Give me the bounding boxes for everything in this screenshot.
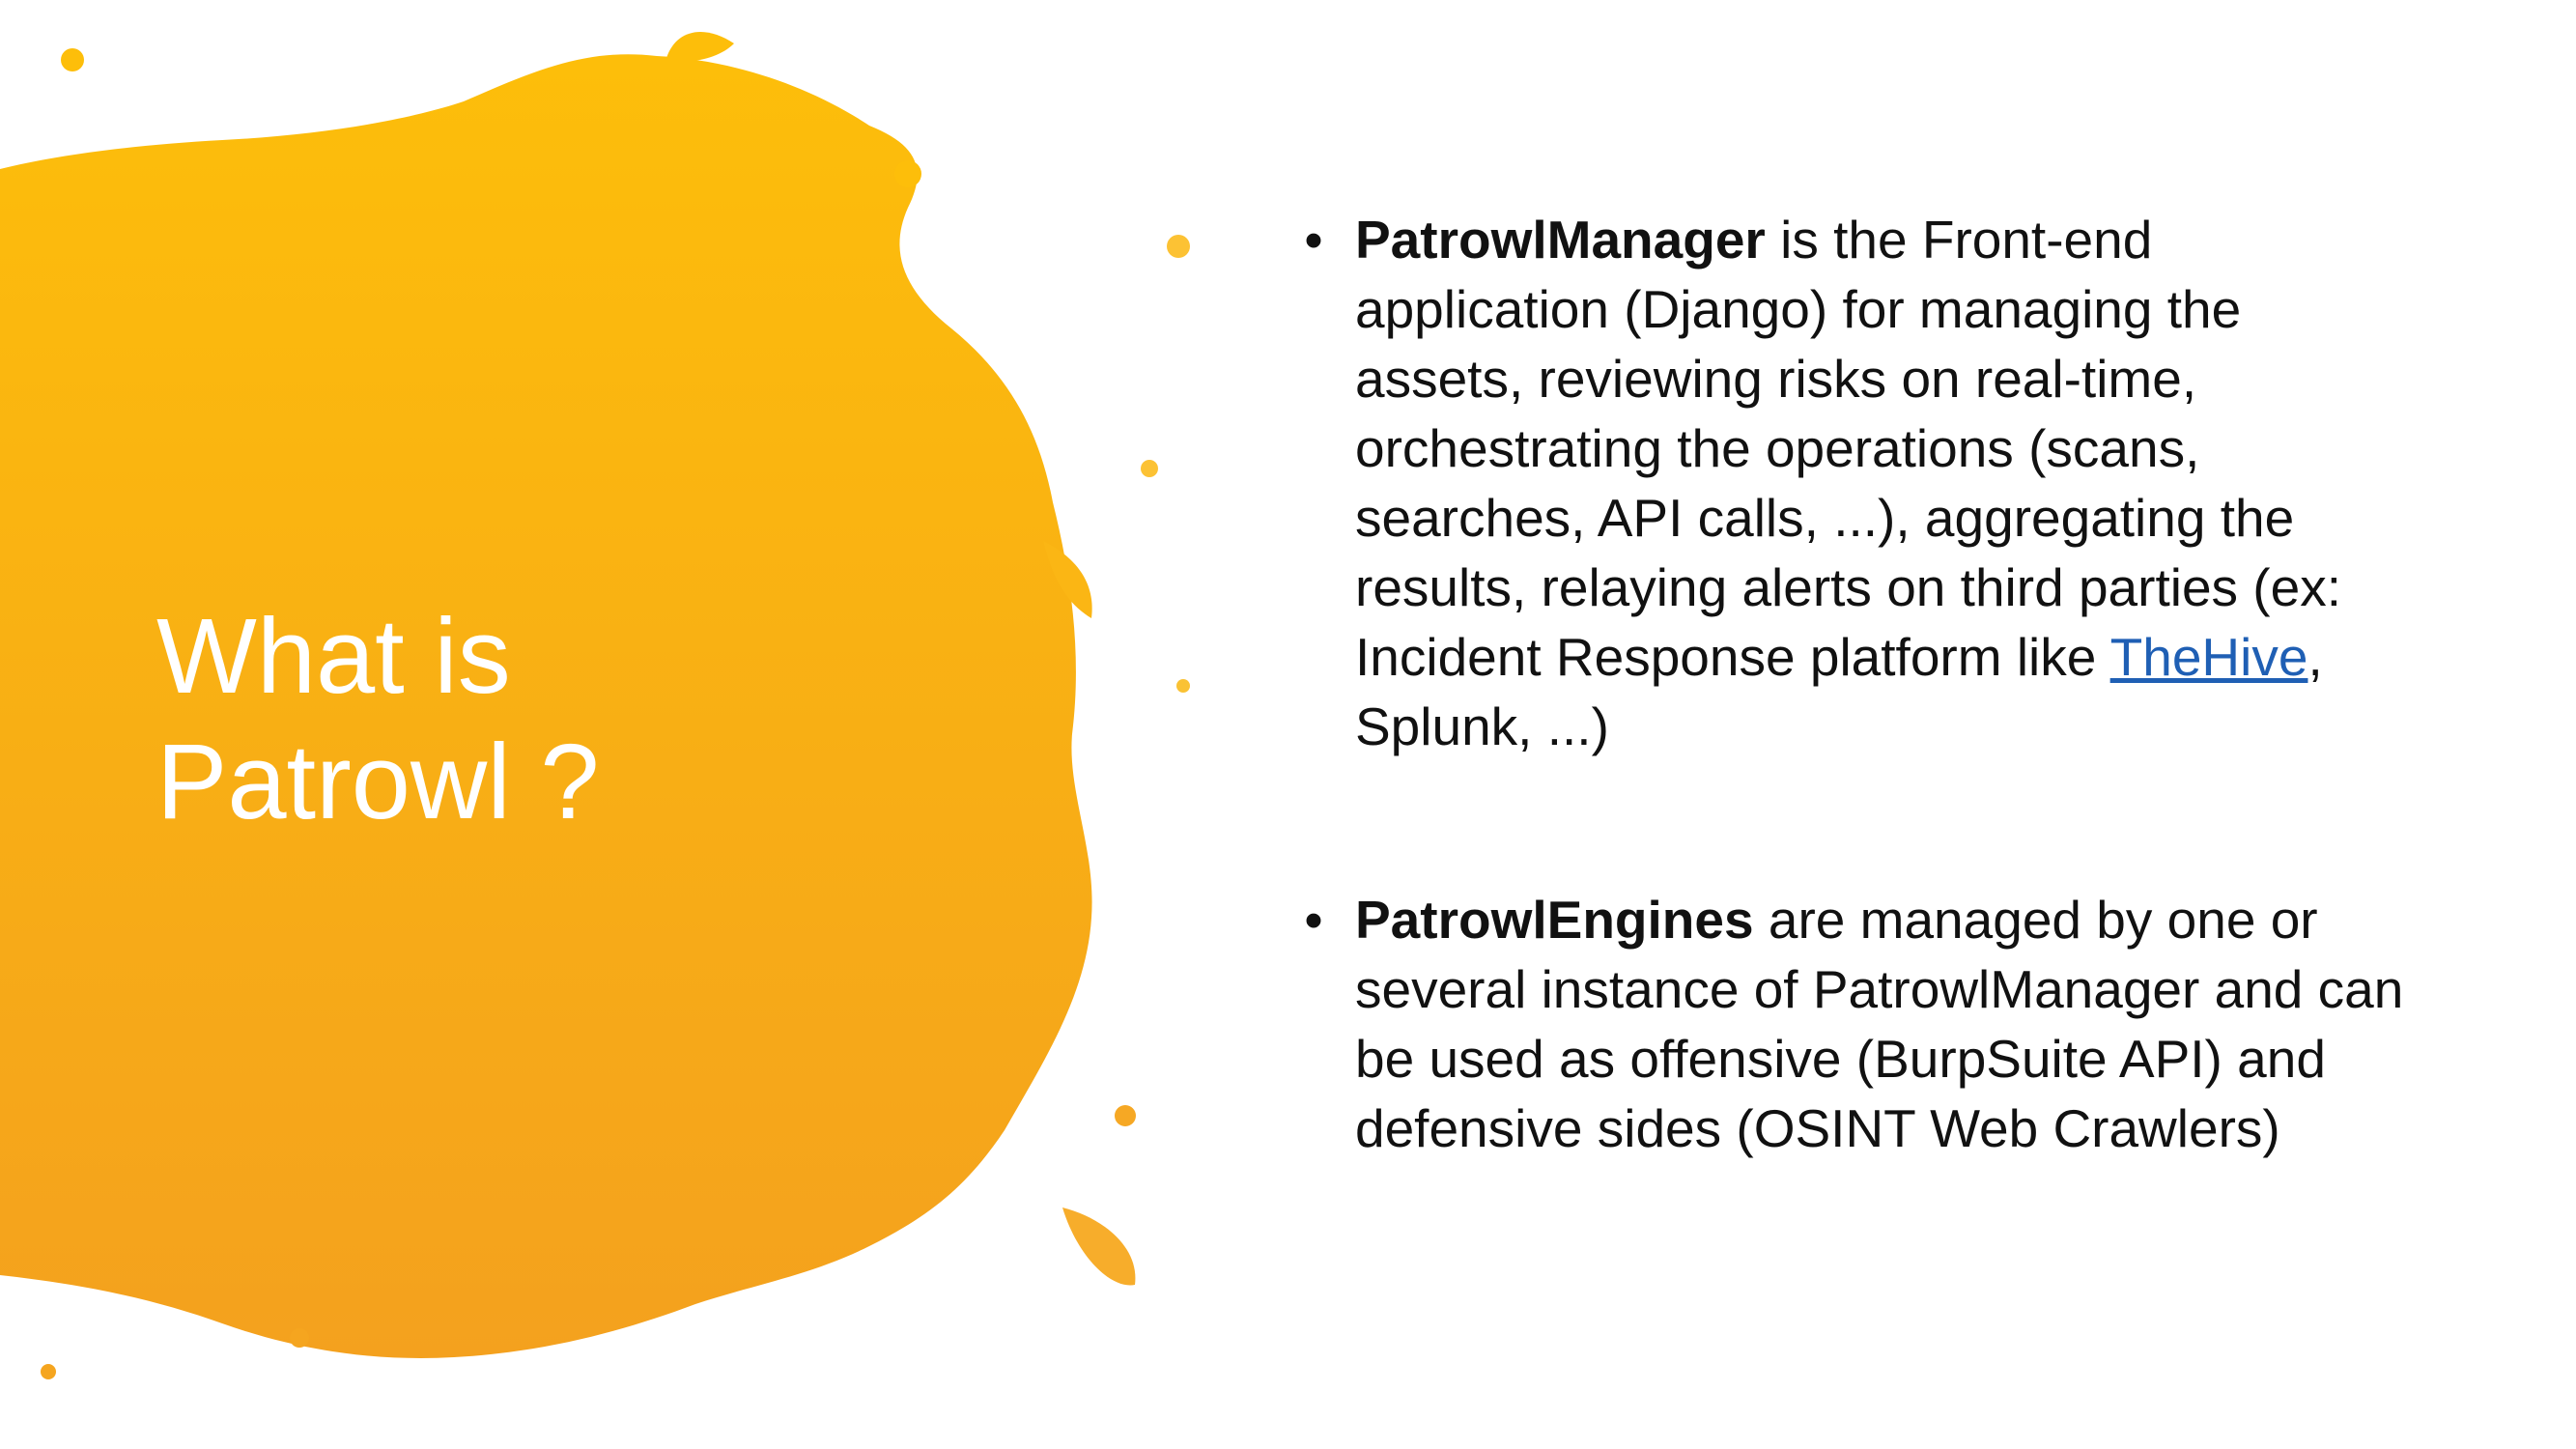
bullet-item-patrowl-engines: • PatrowlEngines are managed by one or s…	[1299, 885, 2410, 1163]
title-line-2: Patrowl ?	[156, 723, 600, 841]
slide: What is Patrowl ? • PatrowlManager is th…	[0, 0, 2576, 1449]
bullet-dot: •	[1304, 890, 1323, 950]
bullet-list: • PatrowlManager is the Front-end applic…	[1299, 205, 2410, 1163]
bullet-dot: •	[1304, 210, 1323, 270]
bullet-item-patrowl-manager: • PatrowlManager is the Front-end applic…	[1299, 205, 2410, 761]
title-line-1: What is	[156, 597, 511, 716]
thehive-link[interactable]: TheHive	[2110, 627, 2308, 687]
bullet-term-patrowl-manager: PatrowlManager	[1355, 210, 1766, 270]
bullet-term-patrowl-engines: PatrowlEngines	[1355, 890, 1754, 950]
bullet-text-patrowl-manager: is the Front-end application (Django) fo…	[1355, 210, 2341, 687]
slide-title: What is Patrowl ?	[156, 594, 833, 845]
